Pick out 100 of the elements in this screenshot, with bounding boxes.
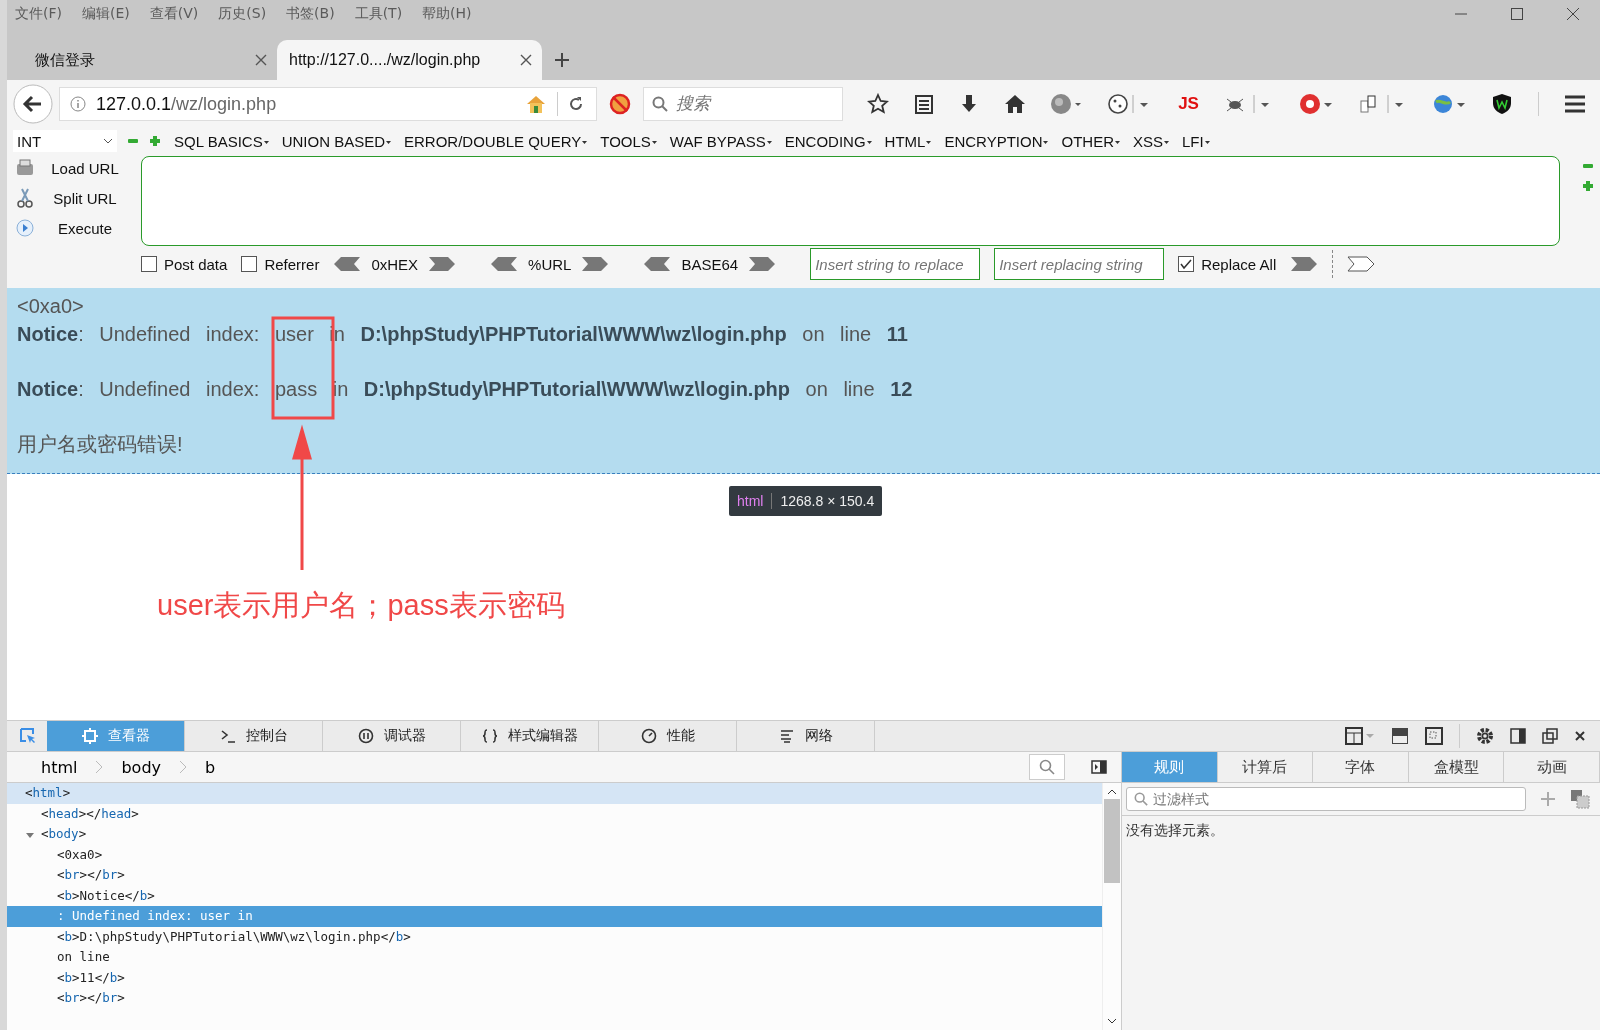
breadcrumb-item[interactable]: b: [205, 757, 216, 777]
decode-arrow-icon[interactable]: [428, 256, 457, 272]
arrow-outline-icon[interactable]: [1347, 256, 1376, 272]
dock-side-icon[interactable]: [1510, 728, 1526, 744]
screenshot-icon[interactable]: [1425, 727, 1443, 745]
twisty-icon[interactable]: [25, 830, 35, 840]
menu-item[interactable]: 工具(T): [354, 5, 403, 23]
close-icon[interactable]: [520, 54, 532, 66]
markup-node[interactable]: <br></br>: [57, 867, 125, 882]
plus-icon[interactable]: [1582, 180, 1594, 192]
hackbar-action[interactable]: Load URL: [13, 156, 125, 180]
back-icon[interactable]: [13, 84, 53, 124]
sidebar-tab[interactable]: 字体: [1313, 752, 1409, 782]
hackbar-menu[interactable]: ERROR/DOUBLE QUERY: [404, 132, 588, 150]
markup-node[interactable]: <html>: [25, 785, 71, 800]
breadcrumb-item[interactable]: body: [121, 757, 162, 777]
plus-icon[interactable]: [149, 135, 161, 147]
menu-item[interactable]: 查看(V): [149, 5, 199, 23]
globe-icon[interactable]: [1432, 93, 1467, 115]
sidebar-tab[interactable]: 动画: [1504, 752, 1600, 782]
close-icon[interactable]: [1574, 730, 1586, 742]
decode-arrow-icon[interactable]: [581, 256, 610, 272]
copy-icon[interactable]: [1570, 789, 1590, 809]
type-dropdown[interactable]: INT: [13, 130, 117, 152]
checkbox[interactable]: Post data: [141, 255, 228, 273]
markup-node[interactable]: <body>: [41, 826, 87, 841]
decode-arrow-icon[interactable]: [748, 256, 777, 272]
checkbox[interactable]: Referrer: [241, 255, 320, 273]
target-icon[interactable]: [1298, 93, 1333, 115]
sidebar-tab[interactable]: 计算后: [1217, 752, 1314, 782]
hackbar-menu[interactable]: XSS: [1133, 132, 1169, 150]
devtools-tab[interactable]: 性能: [599, 721, 737, 751]
replace-field[interactable]: Insert string to replace: [810, 248, 981, 280]
menu-item[interactable]: 历史(S): [218, 5, 267, 23]
hackbar-menu[interactable]: OTHER: [1061, 132, 1120, 150]
settings-icon[interactable]: [1476, 727, 1494, 745]
markup-node[interactable]: <0xa0>: [57, 846, 103, 862]
hackbar-menu[interactable]: LFI: [1182, 132, 1210, 150]
hackbar-menu[interactable]: WAF BYPASS: [669, 132, 772, 150]
new-tab-icon[interactable]: [554, 52, 570, 68]
scrollbar-thumb[interactable]: [1104, 799, 1120, 883]
scroll-down-icon[interactable]: [1107, 1018, 1117, 1024]
hackbar-menu[interactable]: TOOLS: [600, 132, 657, 150]
devtools-tab[interactable]: 调试器: [323, 721, 461, 751]
globe-icon[interactable]: [1050, 93, 1083, 115]
replace-arrow-icon[interactable]: [1290, 256, 1319, 272]
search-icon: [1134, 792, 1148, 806]
hackbar-menu[interactable]: ENCODING: [784, 132, 872, 150]
blocked-icon[interactable]: [609, 93, 631, 115]
clipboard-icon[interactable]: [913, 93, 934, 115]
pause-icon: [357, 728, 374, 744]
markup-node[interactable]: <head></head>: [41, 805, 139, 821]
element-picker-icon[interactable]: [19, 727, 37, 745]
split-console-icon[interactable]: [1391, 727, 1409, 745]
devtools-tab[interactable]: 网络: [737, 721, 875, 751]
sidebar-toggle-icon[interactable]: [1091, 759, 1107, 775]
reload-icon[interactable]: [568, 96, 584, 112]
encode-arrow-icon[interactable]: [643, 256, 672, 272]
close-icon[interactable]: [255, 54, 267, 66]
markup-node[interactable]: <br></br>: [57, 990, 125, 1005]
checkbox[interactable]: Replace All: [1178, 255, 1277, 273]
hackbar-menu[interactable]: ENCRYPTION: [944, 132, 1049, 150]
hackbar-menu[interactable]: HTML: [884, 132, 932, 150]
close-icon[interactable]: [1566, 7, 1580, 21]
browser-tab[interactable]: 微信登录: [7, 40, 277, 80]
encode-arrow-icon[interactable]: [333, 256, 362, 272]
filter-field[interactable]: 过滤样式: [1126, 787, 1526, 811]
replacement-field[interactable]: Insert replacing string: [994, 248, 1165, 280]
address-bar[interactable]: 127.0.0.1/wz/login.php: [59, 87, 597, 121]
markup-node[interactable]: <b>D:\phpStudy\PHPTutorial\WWW\wz\login.php</b>: [57, 928, 411, 944]
browser-tab[interactable]: http://127.0..../wz/login.php: [277, 40, 542, 80]
layout-icon[interactable]: [1345, 727, 1375, 745]
menu-item[interactable]: 文件(F): [15, 5, 62, 23]
search-button[interactable]: [1029, 754, 1065, 780]
javascript-toggle[interactable]: JS: [1178, 94, 1199, 114]
hackbar-menu[interactable]: UNION BASED: [281, 132, 391, 150]
hackbar-action[interactable]: Split URL: [13, 186, 125, 210]
search-field[interactable]: 搜索: [643, 87, 843, 121]
menu-item[interactable]: 编辑(E): [82, 5, 130, 23]
undock-icon[interactable]: [1542, 728, 1558, 744]
encode-arrow-icon[interactable]: [490, 256, 519, 272]
menu-item[interactable]: 帮助(H): [422, 5, 472, 23]
menu-item[interactable]: 书签(B): [286, 5, 335, 23]
markup-node[interactable]: on line: [57, 949, 110, 964]
sidebar-tab[interactable]: 盒模型: [1408, 752, 1505, 782]
markup-node[interactable]: <b>11</b>: [57, 969, 125, 985]
markup-node[interactable]: <b>Notice</b>: [57, 887, 155, 903]
home-icon[interactable]: [1003, 93, 1026, 115]
scroll-up-icon[interactable]: [1107, 789, 1117, 795]
shield-icon[interactable]: [1491, 93, 1514, 115]
maximize-icon[interactable]: [1510, 7, 1524, 21]
devtools-tab[interactable]: 控制台: [185, 721, 323, 751]
hackbar-menu[interactable]: SQL BASICS: [174, 132, 269, 150]
breadcrumb-item[interactable]: html: [41, 757, 78, 777]
hackbar-action[interactable]: Execute: [13, 216, 125, 240]
info-icon[interactable]: [70, 96, 86, 112]
menu-icon[interactable]: [1563, 94, 1586, 114]
url-textarea[interactable]: [141, 156, 1560, 246]
star-icon[interactable]: [867, 93, 889, 115]
devtools-tab[interactable]: 样式编辑器: [461, 721, 599, 751]
